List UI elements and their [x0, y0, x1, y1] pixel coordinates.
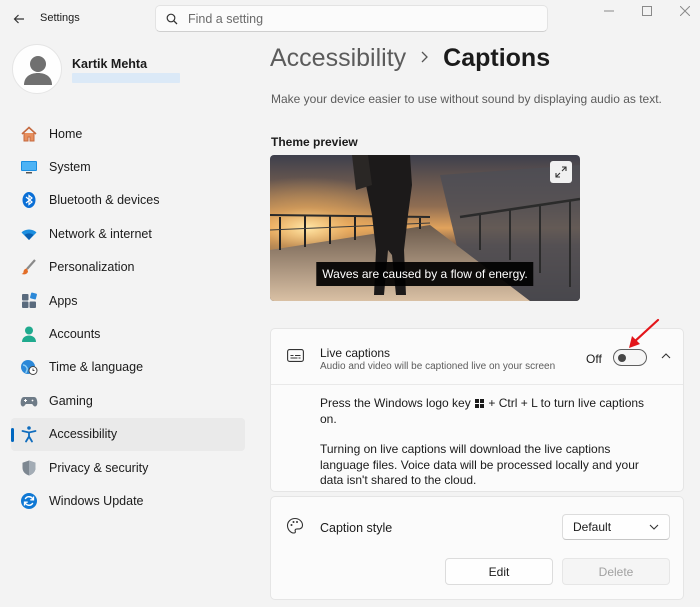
dropdown-value: Default	[573, 520, 612, 534]
maximize-button[interactable]	[632, 2, 662, 20]
system-icon	[20, 158, 38, 176]
nav-item-label: System	[49, 160, 91, 175]
title-bar: Settings	[0, 0, 700, 38]
shortcut-text-start: Press the Windows logo key	[320, 396, 471, 410]
annotation-arrow-icon	[629, 318, 660, 348]
nav-item-label: Apps	[49, 293, 78, 308]
nav-item-accessibility[interactable]: Accessibility	[11, 417, 245, 451]
edit-button[interactable]: Edit	[445, 558, 553, 585]
gamepad-icon	[20, 392, 38, 410]
chevron-up-icon	[661, 353, 671, 359]
expand-preview-button[interactable]	[550, 161, 572, 183]
minimize-button[interactable]	[594, 2, 624, 20]
nav-item-label: Time & language	[49, 360, 144, 375]
nav-item-label: Accessibility	[49, 427, 118, 442]
nav-item-label: Network & internet	[49, 226, 152, 241]
caption-style-card: Caption style Default Edit Delete	[270, 496, 684, 600]
shortcut-instruction: Press the Windows logo key + Ctrl + L to…	[320, 396, 650, 427]
delete-button[interactable]: Delete	[562, 558, 670, 585]
app-title: Settings	[40, 12, 80, 24]
toggle-state-label: Off	[586, 352, 602, 366]
chevron-right-icon	[420, 48, 429, 69]
search-icon	[166, 13, 178, 24]
bluetooth-icon	[20, 191, 38, 209]
nav-item-label: Gaming	[49, 393, 93, 408]
user-name: Kartik Mehta	[72, 57, 148, 71]
avatar[interactable]	[12, 44, 62, 94]
back-button[interactable]	[8, 8, 30, 30]
page-subtitle: Make your device easier to use without s…	[271, 92, 662, 106]
nav-item-system[interactable]: System	[11, 150, 245, 183]
nav-item-windows-update[interactable]: Windows Update	[11, 484, 245, 517]
close-icon	[680, 6, 690, 16]
nav-item-bluetooth[interactable]: Bluetooth & devices	[11, 184, 245, 217]
sidebar-nav: Home System Bluetooth & devices Network …	[11, 117, 245, 518]
nav-item-time-language[interactable]: Time & language	[11, 351, 245, 384]
nav-item-label: Home	[49, 126, 83, 141]
user-avatar-icon	[24, 56, 52, 85]
breadcrumb-parent[interactable]: Accessibility	[270, 44, 406, 73]
download-notice: Turning on live captions will download t…	[320, 442, 639, 487]
nav-item-label: Windows Update	[49, 493, 144, 508]
globe-clock-icon	[20, 358, 38, 376]
palette-icon	[286, 517, 304, 538]
user-email-redacted	[72, 73, 180, 83]
live-captions-details: Press the Windows logo key + Ctrl + L to…	[320, 396, 650, 489]
live-captions-card: Live captions Audio and video will be ca…	[270, 328, 684, 492]
shield-icon	[20, 459, 38, 477]
live-captions-title: Live captions	[320, 346, 391, 360]
apps-icon	[20, 292, 38, 310]
nav-item-home[interactable]: Home	[11, 117, 245, 150]
minimize-icon	[604, 10, 614, 12]
toggle-knob	[618, 353, 626, 362]
nav-item-label: Privacy & security	[49, 460, 149, 475]
nav-item-privacy[interactable]: Privacy & security	[11, 451, 245, 484]
nav-item-network[interactable]: Network & internet	[11, 217, 245, 250]
preview-caption-text: Waves are caused by a flow of energy.	[316, 262, 534, 286]
account-icon	[20, 325, 38, 343]
caption-style-dropdown[interactable]: Default	[562, 514, 670, 540]
nav-item-personalization[interactable]: Personalization	[11, 251, 245, 284]
nav-item-apps[interactable]: Apps	[11, 284, 245, 317]
arrow-left-icon	[13, 14, 24, 24]
wifi-icon	[20, 225, 38, 243]
home-icon	[20, 125, 38, 143]
captions-icon	[287, 349, 304, 365]
update-icon	[20, 492, 38, 510]
nav-item-label: Bluetooth & devices	[49, 193, 160, 208]
chevron-down-icon	[649, 524, 659, 530]
nav-item-label: Accounts	[49, 327, 101, 342]
close-button[interactable]	[670, 2, 700, 20]
nav-item-label: Personalization	[49, 260, 135, 275]
windows-logo-icon	[475, 399, 485, 408]
expand-icon	[555, 166, 567, 178]
nav-item-gaming[interactable]: Gaming	[11, 384, 245, 417]
search-box[interactable]	[155, 5, 548, 32]
search-input[interactable]	[188, 11, 518, 26]
breadcrumb: Accessibility Captions	[270, 44, 550, 73]
brush-icon	[20, 258, 38, 276]
accessibility-icon	[20, 425, 38, 443]
live-captions-description: Audio and video will be captioned live o…	[320, 361, 556, 372]
maximize-icon	[642, 6, 652, 16]
nav-item-accounts[interactable]: Accounts	[11, 317, 245, 350]
page-title: Captions	[443, 44, 551, 72]
theme-preview-label: Theme preview	[271, 135, 358, 149]
theme-preview-image: Waves are caused by a flow of energy.	[270, 155, 580, 301]
caption-style-title: Caption style	[320, 521, 393, 535]
